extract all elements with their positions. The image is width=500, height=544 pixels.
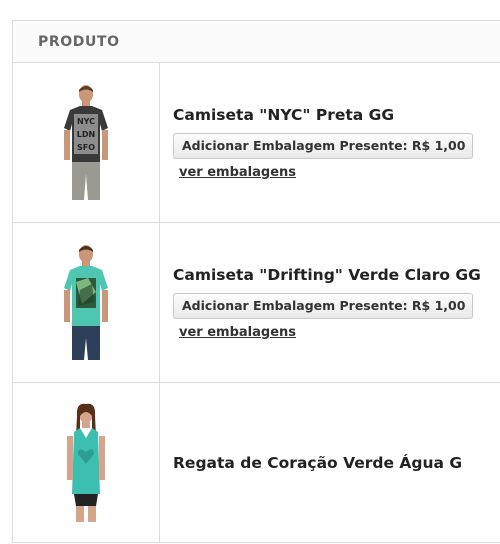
svg-text:LDN: LDN: [77, 130, 95, 139]
add-gift-wrap-button[interactable]: Adicionar Embalagem Presente: R$ 1,00: [173, 292, 473, 319]
tanktop-heart-image[interactable]: [56, 402, 116, 524]
product-image-cell: [13, 223, 160, 382]
add-gift-wrap-button[interactable]: Adicionar Embalagem Presente: R$ 1,00: [173, 132, 473, 159]
product-name[interactable]: Regata de Coração Verde Água G: [173, 454, 500, 472]
product-name[interactable]: Camiseta "NYC" Preta GG: [173, 106, 500, 124]
product-image-cell: NYC LDN SFO: [13, 63, 160, 222]
view-gift-wraps-link[interactable]: ver embalagens: [179, 325, 500, 340]
tshirt-nyc-image[interactable]: NYC LDN SFO: [56, 82, 116, 204]
cart-table: PRODUTO NYC LDN SFO Camiseta "NYC" Preta…: [12, 20, 500, 543]
table-row: Regata de Coração Verde Água G: [13, 383, 500, 543]
svg-text:SFO: SFO: [77, 143, 95, 152]
table-row: NYC LDN SFO Camiseta "NYC" Preta GG Adic…: [13, 63, 500, 223]
product-info-cell: Regata de Coração Verde Água G: [160, 383, 500, 542]
table-header: PRODUTO: [13, 21, 500, 63]
column-header-product: PRODUTO: [38, 33, 120, 50]
product-info-cell: Camiseta "Drifting" Verde Claro GG Adici…: [160, 223, 500, 382]
table-row: Camiseta "Drifting" Verde Claro GG Adici…: [13, 223, 500, 383]
svg-text:NYC: NYC: [77, 117, 95, 126]
product-image-cell: [13, 383, 160, 542]
tshirt-drifting-image[interactable]: [56, 242, 116, 364]
product-name[interactable]: Camiseta "Drifting" Verde Claro GG: [173, 266, 500, 284]
product-info-cell: Camiseta "NYC" Preta GG Adicionar Embala…: [160, 63, 500, 222]
view-gift-wraps-link[interactable]: ver embalagens: [179, 165, 500, 180]
